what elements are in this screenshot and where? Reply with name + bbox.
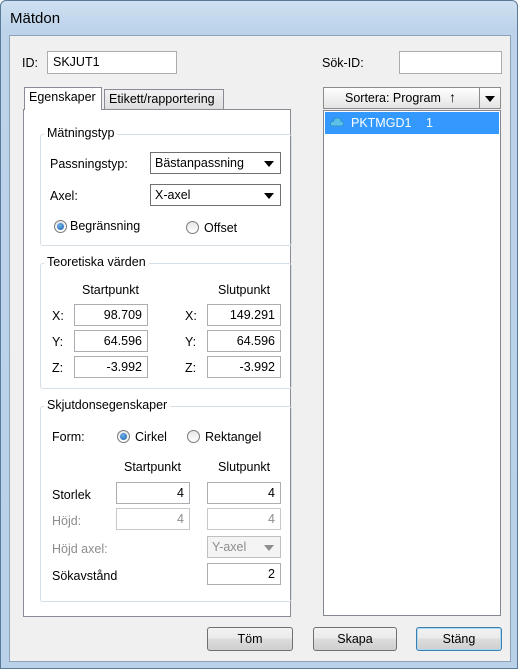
search-id-label: Sök-ID: bbox=[322, 56, 364, 70]
probe-end-header: Slutpunkt bbox=[218, 460, 271, 474]
fit-type-label: Passningstyp: bbox=[50, 157, 128, 171]
chevron-down-icon bbox=[264, 545, 274, 551]
height-end-input[interactable]: 4 bbox=[207, 508, 281, 530]
theoretical-x-label: X: bbox=[52, 309, 64, 323]
form-label: Form: bbox=[52, 430, 85, 444]
id-input[interactable]: SKJUT1 bbox=[47, 51, 177, 74]
measure-type-title: Mätningstyp bbox=[44, 126, 118, 140]
fit-type-dropdown[interactable]: Bästanpassning bbox=[150, 152, 281, 174]
list-item-name: PKTMGD1 bbox=[351, 116, 412, 130]
theoretical-z-start-input[interactable]: -3.992 bbox=[74, 356, 148, 378]
tab-etikett-label: Etikett/rapportering bbox=[109, 92, 215, 106]
theoretical-start-header: Startpunkt bbox=[82, 283, 139, 297]
theoretical-y-label: Y: bbox=[52, 335, 64, 349]
search-distance-label: Sökavstånd bbox=[52, 569, 118, 583]
radio-rektangel[interactable] bbox=[187, 430, 200, 443]
create-button[interactable]: Skapa bbox=[313, 627, 397, 651]
mätdon-list[interactable]: PKTMGD1 1 bbox=[323, 110, 501, 616]
theoretical-z-label: Z: bbox=[52, 361, 64, 375]
size-end-input[interactable]: 4 bbox=[207, 482, 281, 504]
radio-cirkel[interactable] bbox=[117, 430, 130, 443]
clear-button[interactable]: Töm bbox=[207, 627, 293, 651]
tab-etikett-rapportering[interactable]: Etikett/rapportering bbox=[104, 89, 224, 110]
search-id-input[interactable] bbox=[399, 51, 502, 74]
size-start-input[interactable]: 4 bbox=[116, 482, 190, 504]
radio-offset-label[interactable]: Offset bbox=[204, 221, 237, 235]
id-label: ID: bbox=[22, 56, 38, 70]
height-axis-label: Höjd axel: bbox=[52, 542, 108, 556]
height-start-input[interactable]: 4 bbox=[116, 508, 190, 530]
sort-label: Sortera: Program bbox=[345, 91, 441, 105]
list-item-count: 1 bbox=[426, 116, 433, 130]
tab-egenskaper-label: Egenskaper bbox=[29, 90, 96, 104]
theoretical-x-end-input[interactable]: 149.291 bbox=[207, 304, 281, 326]
sort-divider bbox=[479, 88, 480, 108]
height-label: Höjd: bbox=[52, 514, 82, 528]
radio-offset[interactable] bbox=[186, 221, 199, 234]
theoretical-y-end-input[interactable]: 64.596 bbox=[207, 330, 281, 352]
search-distance-input[interactable]: 2 bbox=[207, 563, 281, 585]
close-button[interactable]: Stäng bbox=[416, 627, 502, 651]
chevron-down-icon bbox=[264, 161, 274, 167]
axis-value: X-axel bbox=[155, 188, 191, 202]
tab-egenskaper[interactable]: Egenskaper bbox=[24, 87, 102, 110]
size-label: Storlek bbox=[52, 488, 91, 502]
theoretical-end-header: Slutpunkt bbox=[218, 283, 271, 297]
theoretical-x-start-input[interactable]: 98.709 bbox=[74, 304, 148, 326]
radio-begransning[interactable] bbox=[54, 220, 67, 233]
height-axis-value: Y-axel bbox=[212, 540, 247, 554]
title-bar[interactable]: Mätdon bbox=[1, 1, 517, 35]
theoretical-y-end-label: Y: bbox=[185, 335, 197, 349]
theoretical-values-title: Teoretiska värden bbox=[44, 255, 149, 269]
chevron-down-icon[interactable] bbox=[485, 96, 495, 102]
height-axis-dropdown[interactable]: Y-axel bbox=[207, 536, 281, 558]
probe-start-header: Startpunkt bbox=[124, 460, 181, 474]
radio-begransning-label[interactable]: Begränsning bbox=[70, 219, 140, 233]
theoretical-y-start-input[interactable]: 64.596 bbox=[74, 330, 148, 352]
radio-cirkel-label[interactable]: Cirkel bbox=[135, 430, 167, 444]
theoretical-z-end-input[interactable]: -3.992 bbox=[207, 356, 281, 378]
axis-dropdown[interactable]: X-axel bbox=[150, 184, 281, 206]
cloud-icon bbox=[330, 117, 344, 127]
list-item[interactable]: PKTMGD1 1 bbox=[325, 112, 499, 134]
window-title: Mätdon bbox=[10, 10, 61, 27]
chevron-down-icon bbox=[264, 193, 274, 199]
dialog-window: Mätdon ID: SKJUT1 Sök-ID: Egenskaper Eti… bbox=[0, 0, 518, 669]
theoretical-x-end-label: X: bbox=[185, 309, 197, 323]
dialog-client: ID: SKJUT1 Sök-ID: Egenskaper Etikett/ra… bbox=[9, 35, 511, 662]
probe-properties-title: Skjutdonsegenskaper bbox=[44, 398, 171, 412]
sort-bar[interactable]: Sortera: Program ↑ bbox=[323, 87, 501, 109]
fit-type-value: Bästanpassning bbox=[155, 156, 244, 170]
theoretical-z-end-label: Z: bbox=[185, 361, 197, 375]
axis-label: Axel: bbox=[50, 189, 78, 203]
sort-ascending-icon: ↑ bbox=[449, 89, 456, 105]
properties-panel: Mätningstyp Passningstyp: Bästanpassning… bbox=[23, 109, 292, 617]
radio-rektangel-label[interactable]: Rektangel bbox=[205, 430, 261, 444]
